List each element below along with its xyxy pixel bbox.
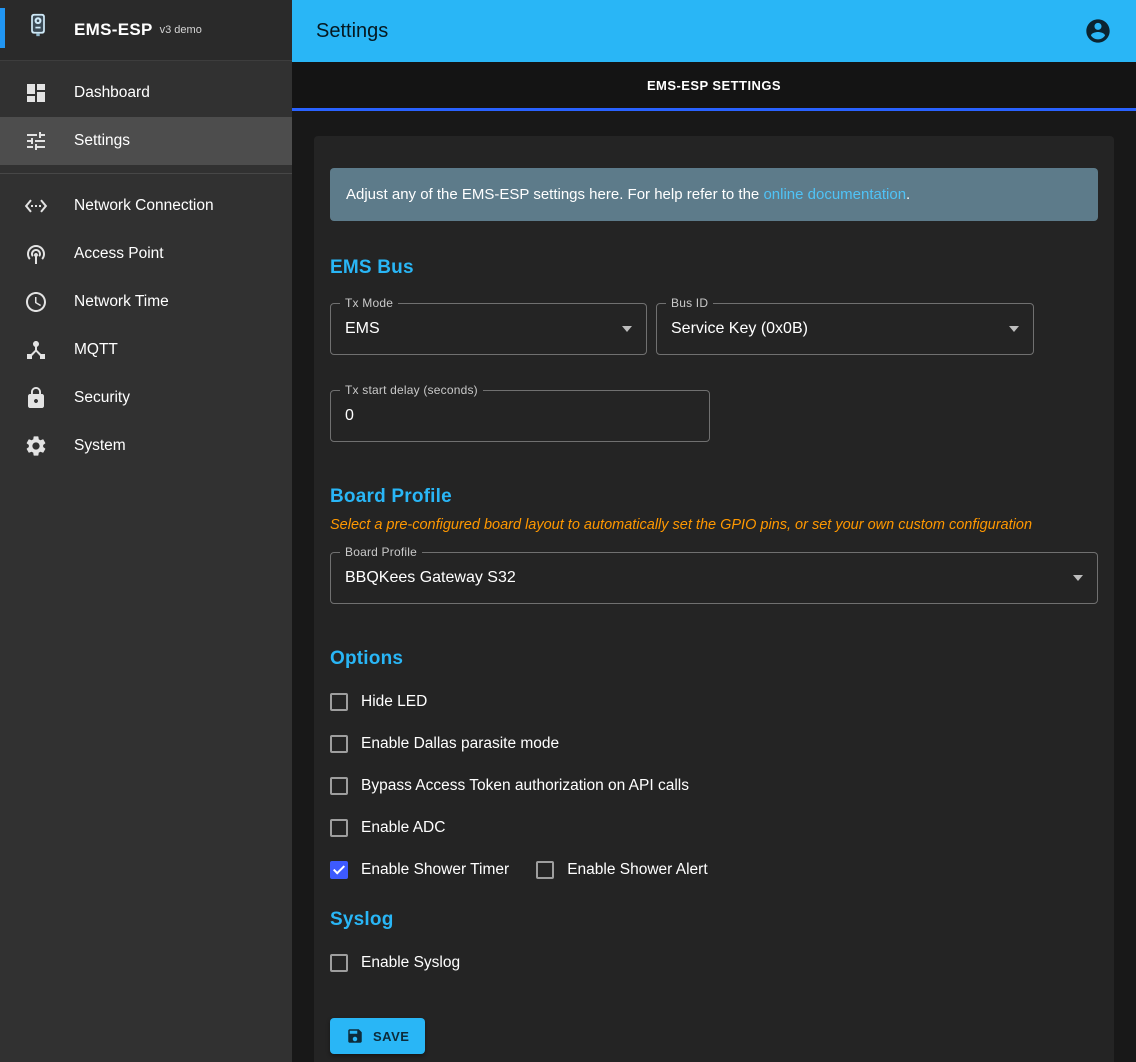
ethernet-settings-icon [24, 194, 48, 218]
checkbox-label: Enable Shower Alert [567, 861, 707, 879]
appbar: Settings [292, 0, 1136, 62]
checkbox-label: Bypass Access Token authorization on API… [361, 777, 689, 795]
content-area: Adjust any of the EMS-ESP settings here.… [292, 111, 1136, 1062]
sidebar-item-label: Dashboard [74, 84, 150, 102]
sidebar-item-label: Network Time [74, 293, 169, 311]
checkbox-dallas-parasite[interactable]: Enable Dallas parasite mode [330, 735, 559, 753]
tab-ems-esp-settings[interactable]: EMS-ESP SETTINGS [647, 78, 781, 93]
board-profile-hint: Select a pre-configured board layout to … [330, 517, 1098, 533]
syslog-checkbox-list: Enable Syslog [330, 942, 1098, 984]
checkbox-label: Enable Syslog [361, 954, 460, 972]
page-title: Settings [316, 20, 388, 43]
checkbox-row: Enable Dallas parasite mode [330, 723, 1098, 765]
checkbox-shower-timer[interactable]: Enable Shower Timer [330, 861, 509, 879]
sidebar: EMS-ESP v3 demo Dashboard Settings Netwo… [0, 0, 292, 1062]
save-icon [346, 1027, 364, 1045]
sidebar-item-label: Security [74, 389, 130, 407]
ems-bus-fields-row: Tx Mode EMS Bus ID Service Key (0x0B) [330, 303, 1098, 355]
section-heading-board-profile: Board Profile [330, 486, 1098, 508]
section-heading-syslog: Syslog [330, 909, 1098, 931]
checkbox-bypass-token[interactable]: Bypass Access Token authorization on API… [330, 777, 689, 795]
sidebar-item-label: Access Point [74, 245, 164, 263]
wifi-tethering-icon [24, 242, 48, 266]
checkbox-label: Enable Dallas parasite mode [361, 735, 559, 753]
account-button[interactable] [1082, 15, 1114, 47]
tx-start-delay-label: Tx start delay (seconds) [340, 383, 483, 397]
save-button-label: SAVE [373, 1029, 409, 1044]
checkbox-box[interactable] [330, 819, 348, 837]
checkbox-row: Hide LED [330, 681, 1098, 723]
sidebar-item-dashboard[interactable]: Dashboard [0, 69, 292, 117]
banner-text: Adjust any of the EMS-ESP settings here.… [346, 186, 763, 203]
lock-icon [24, 386, 48, 410]
banner-text-after: . [906, 186, 910, 203]
tx-mode-select[interactable]: Tx Mode EMS [330, 303, 647, 355]
settings-card: Adjust any of the EMS-ESP settings here.… [314, 136, 1114, 1062]
chevron-down-icon [1073, 575, 1083, 581]
checkbox-box[interactable] [330, 777, 348, 795]
save-button[interactable]: SAVE [330, 1018, 425, 1054]
section-heading-options: Options [330, 648, 1098, 670]
checkbox-label: Enable Shower Timer [361, 861, 509, 879]
sidebar-nav: Dashboard Settings Network Connection Ac… [0, 61, 292, 470]
checkbox-enable-syslog[interactable]: Enable Syslog [330, 954, 460, 972]
checkbox-row: Enable Syslog [330, 942, 1098, 984]
ems-esp-logo-icon [26, 13, 56, 47]
tx-start-delay-value: 0 [345, 407, 354, 425]
sidebar-item-label: Settings [74, 132, 130, 150]
board-profile-label: Board Profile [340, 545, 422, 559]
checkbox-hide-led[interactable]: Hide LED [330, 693, 427, 711]
checkbox-box[interactable] [536, 861, 554, 879]
info-banner: Adjust any of the EMS-ESP settings here.… [330, 168, 1098, 221]
checkbox-enable-adc[interactable]: Enable ADC [330, 819, 445, 837]
checkbox-box[interactable] [330, 861, 348, 879]
dashboard-icon [24, 81, 48, 105]
bus-id-select[interactable]: Bus ID Service Key (0x0B) [656, 303, 1034, 355]
sidebar-item-network-connection[interactable]: Network Connection [0, 182, 292, 230]
chevron-down-icon [622, 326, 632, 332]
checkbox-box[interactable] [330, 735, 348, 753]
edge-accent-decoration [0, 8, 5, 48]
checkbox-row: Enable Shower Timer Enable Shower Alert [330, 849, 1098, 891]
section-heading-ems-bus: EMS Bus [330, 257, 1098, 279]
tx-mode-value: EMS [345, 320, 380, 338]
online-documentation-link[interactable]: online documentation [763, 186, 906, 203]
bus-id-label: Bus ID [666, 296, 713, 310]
sidebar-item-network-time[interactable]: Network Time [0, 278, 292, 326]
options-checkbox-list: Hide LED Enable Dallas parasite mode Byp… [330, 681, 1098, 891]
board-profile-select[interactable]: Board Profile BBQKees Gateway S32 [330, 552, 1098, 604]
board-profile-value: BBQKees Gateway S32 [345, 569, 516, 587]
checkbox-row: Bypass Access Token authorization on API… [330, 765, 1098, 807]
sidebar-item-system[interactable]: System [0, 422, 292, 470]
sidebar-divider [0, 173, 292, 174]
tab-bar: EMS-ESP SETTINGS [292, 62, 1136, 108]
checkbox-box[interactable] [330, 693, 348, 711]
tune-icon [24, 129, 48, 153]
checkbox-row: Enable ADC [330, 807, 1098, 849]
checkbox-label: Enable ADC [361, 819, 445, 837]
device-hub-icon [24, 338, 48, 362]
sidebar-item-label: Network Connection [74, 197, 214, 215]
sidebar-item-security[interactable]: Security [0, 374, 292, 422]
tx-start-delay-input[interactable]: Tx start delay (seconds) 0 [330, 390, 710, 442]
checkbox-label: Hide LED [361, 693, 427, 711]
app-version: v3 demo [160, 24, 202, 36]
account-circle-icon [1084, 17, 1112, 45]
bus-id-value: Service Key (0x0B) [671, 320, 808, 338]
checkbox-box[interactable] [330, 954, 348, 972]
sidebar-item-mqtt[interactable]: MQTT [0, 326, 292, 374]
chevron-down-icon [1009, 326, 1019, 332]
gear-icon [24, 434, 48, 458]
sidebar-item-settings[interactable]: Settings [0, 117, 292, 165]
app-title: EMS-ESP [74, 20, 153, 40]
tx-mode-label: Tx Mode [340, 296, 398, 310]
checkbox-shower-alert[interactable]: Enable Shower Alert [536, 861, 707, 879]
main-area: Settings EMS-ESP SETTINGS Adjust any of … [292, 0, 1136, 1062]
sidebar-item-access-point[interactable]: Access Point [0, 230, 292, 278]
sidebar-header: EMS-ESP v3 demo [0, 0, 292, 61]
sidebar-item-label: MQTT [74, 341, 118, 359]
sidebar-item-label: System [74, 437, 126, 455]
clock-icon [24, 290, 48, 314]
